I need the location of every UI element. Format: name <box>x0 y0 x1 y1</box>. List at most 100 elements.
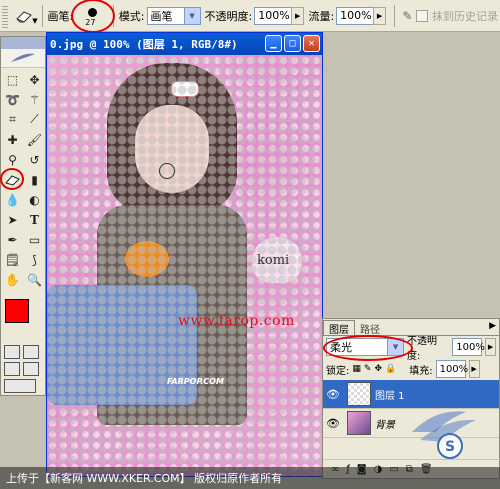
magic-wand-icon[interactable]: ⚚ <box>24 90 45 109</box>
tool-grid: ⬚ ✥ ➰ ⚚ ⌗ ⟋ ✚ 🖌 ⚲ ↺ ▮ 💧 ◐ ➤ T ✒ ▭ 🗒 ⟆ ✋ … <box>0 68 45 291</box>
status-text: 上传于【新客网 WWW.XKER.COM】 版权归原作者所有 <box>6 472 283 485</box>
minimize-button[interactable]: ▁ <box>265 35 282 52</box>
layer-opacity-slider-button[interactable]: ▶ <box>485 338 496 356</box>
document-title: 0.jpg @ 100% (图层 1, RGB/8#) <box>50 38 238 51</box>
brush-label: 画笔: <box>47 9 74 23</box>
dodge-icon[interactable]: ◐ <box>24 190 45 209</box>
standard-mode-button[interactable] <box>4 345 20 359</box>
mode-select[interactable]: 画笔 ▼ <box>146 6 201 25</box>
maximize-button[interactable]: □ <box>284 35 301 52</box>
eyedropper-icon[interactable]: ⟆ <box>24 250 45 269</box>
mode-label: 模式: <box>118 9 145 23</box>
erase-history-label: 抹到历史记录 <box>432 9 498 23</box>
opacity-label: 不透明度: <box>204 9 253 23</box>
lock-row: 锁定: ▦ ✎ ✥ 🔒 填充: 100% ▶ <box>323 358 499 380</box>
shape-icon[interactable]: ▭ <box>24 230 45 249</box>
marquee-icon[interactable]: ⬚ <box>2 70 23 89</box>
layer-name: 图层 1 <box>375 390 405 402</box>
options-bar: ▼ 画笔: 27 模式: 画笔 ▼ 不透明度: 100% ▶ 流量: 100% … <box>0 0 500 33</box>
lock-position-icon[interactable]: ✥ <box>374 364 382 374</box>
opacity-value: 100% <box>258 9 290 22</box>
blur-icon[interactable]: 💧 <box>2 190 23 209</box>
fill-slider-button[interactable]: ▶ <box>468 360 480 378</box>
document-window: 0.jpg @ 100% (图层 1, RGB/8#) ▁ □ ✕ komi w… <box>46 32 323 477</box>
blend-mode-select[interactable]: 柔光 ▼ <box>323 335 413 361</box>
brush-cursor-icon <box>159 163 175 179</box>
layers-tabs: 图层 路径 ▶ <box>323 319 499 336</box>
hand-icon[interactable]: ✋ <box>2 270 23 289</box>
eye-icon[interactable]: 👁 <box>323 417 343 430</box>
site-watermark-logo: S <box>412 411 476 459</box>
lock-label: 锁定: <box>326 365 350 377</box>
brush-picker[interactable]: 27 <box>71 0 116 33</box>
eraser-tool-icon[interactable] <box>0 168 24 190</box>
close-button[interactable]: ✕ <box>303 35 320 52</box>
layer-thumbnail <box>347 382 371 406</box>
slice-icon[interactable]: ⟋ <box>24 110 45 129</box>
lasso-icon[interactable]: ➰ <box>2 90 23 109</box>
lock-pixels-icon[interactable]: ✎ <box>364 364 372 374</box>
options-bar-grip[interactable] <box>2 3 8 28</box>
feather-icon <box>11 53 35 62</box>
history-brush-icon[interactable]: ↺ <box>24 150 45 169</box>
mode-value: 画笔 <box>150 9 173 23</box>
quick-mask-row <box>1 345 45 359</box>
eye-icon[interactable]: 👁 <box>323 388 343 401</box>
crop-icon[interactable]: ⌗ <box>2 110 23 129</box>
divider <box>394 4 396 27</box>
fill-label: 填充: <box>409 365 433 377</box>
eraser-icon <box>16 10 33 23</box>
type-icon[interactable]: T <box>24 210 45 229</box>
zoom-icon[interactable]: 🔍 <box>24 270 45 289</box>
toolbox-header[interactable] <box>1 37 45 49</box>
layer-name: 背景 <box>375 419 395 431</box>
clone-stamp-icon[interactable]: ⚲ <box>2 150 23 169</box>
screen-mode-standard[interactable] <box>4 362 20 376</box>
path-select-icon[interactable]: ➤ <box>2 210 23 229</box>
foreground-color[interactable] <box>5 299 29 323</box>
notes-icon[interactable]: 🗒 <box>2 250 23 269</box>
highlight-circle <box>323 335 413 361</box>
opacity-field[interactable]: 100% <box>254 6 291 25</box>
erase-history-checkbox[interactable] <box>416 9 428 22</box>
flow-value: 100% <box>340 9 372 22</box>
gradient-icon[interactable]: ▮ <box>24 170 45 189</box>
image-canvas[interactable]: komi www.farop.com FARPOP.COM <box>47 55 322 476</box>
chevron-down-icon: ▼ <box>32 16 38 25</box>
fill-field[interactable]: 100% <box>435 360 469 378</box>
highlight-circle <box>71 0 116 33</box>
status-bar: 上传于【新客网 WWW.XKER.COM】 版权归原作者所有 <box>0 467 500 489</box>
flow-label: 流量: <box>308 9 335 23</box>
opacity-slider-button[interactable]: ▶ <box>290 6 305 25</box>
lock-all-icon[interactable]: 🔒 <box>385 364 396 374</box>
flow-slider-button[interactable]: ▶ <box>372 6 387 25</box>
watermark-logo-text: FARPOP.COM <box>167 377 224 386</box>
panel-menu-icon[interactable]: ▶ <box>489 321 496 331</box>
toolbox: ⬚ ✥ ➰ ⚚ ⌗ ⟋ ✚ 🖌 ⚲ ↺ ▮ 💧 ◐ ➤ T ✒ ▭ 🗒 ⟆ ✋ … <box>0 36 46 396</box>
layer-opacity-value: 100% <box>456 341 485 353</box>
fill-value: 100% <box>439 363 469 375</box>
quick-mask-button[interactable] <box>23 345 39 359</box>
window-controls: ▁ □ ✕ <box>265 35 320 52</box>
brush-icon[interactable]: 🖌 <box>24 130 45 149</box>
healing-icon[interactable]: ✚ <box>2 130 23 149</box>
highlight-circle <box>0 168 24 190</box>
screen-mode-full[interactable] <box>23 362 39 376</box>
photoshop-logo[interactable] <box>1 49 45 68</box>
divider <box>41 4 43 27</box>
move-icon[interactable]: ✥ <box>24 70 45 89</box>
jump-row <box>1 379 45 393</box>
flow-field[interactable]: 100% <box>336 6 373 25</box>
layer-opacity-field[interactable]: 100% <box>452 338 485 356</box>
tab-paths[interactable]: 路径 <box>355 321 385 336</box>
document-titlebar[interactable]: 0.jpg @ 100% (图层 1, RGB/8#) ▁ □ ✕ <box>47 33 322 55</box>
layer-opacity-label: 不透明度: <box>407 336 438 362</box>
lock-transparency-icon[interactable]: ▦ <box>352 364 361 374</box>
tab-layers[interactable]: 图层 <box>323 320 355 336</box>
airbrush-icon[interactable]: ✎ <box>402 9 412 23</box>
tool-preset-picker[interactable]: ▼ <box>10 4 39 28</box>
komi-text: komi <box>257 253 290 268</box>
pen-icon[interactable]: ✒ <box>2 230 23 249</box>
watermark-url: www.farop.com <box>178 313 295 329</box>
jump-to-imageready-button[interactable] <box>4 379 36 393</box>
